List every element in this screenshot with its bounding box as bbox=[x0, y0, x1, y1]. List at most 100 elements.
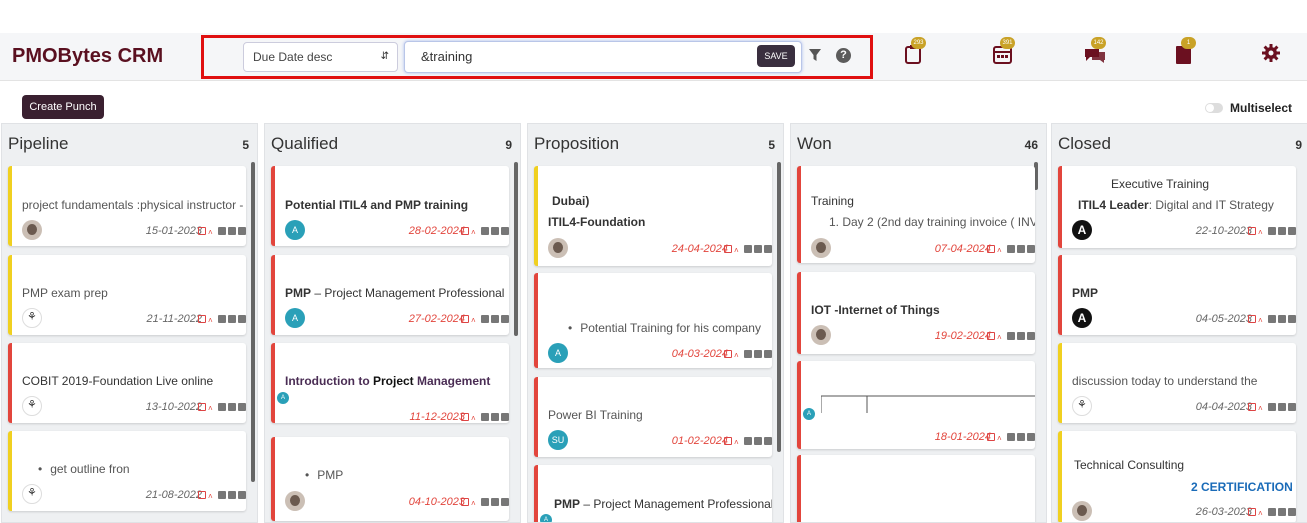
card-title: Potential ITIL4 and PMP training bbox=[285, 198, 469, 212]
card-title: get outline fron bbox=[38, 462, 129, 476]
create-punch-button[interactable]: Create Punch bbox=[22, 95, 104, 119]
deal-card[interactable]: PMP – Project Management Professional A … bbox=[271, 255, 509, 335]
card-date: 21-11-2022 bbox=[146, 313, 202, 325]
card-actions[interactable]: ˄ bbox=[1248, 315, 1296, 325]
filter-icon[interactable] bbox=[808, 48, 822, 62]
deal-card[interactable]: project fundamentals :physical instructo… bbox=[8, 166, 246, 246]
card-actions[interactable]: ˄ bbox=[461, 227, 509, 237]
card-date: 07-04-2024 bbox=[934, 243, 991, 255]
chat-icon[interactable]: 142 bbox=[1083, 37, 1106, 65]
deal-card[interactable]: Potential ITIL4 and PMP training A 28-02… bbox=[271, 166, 509, 246]
card-link[interactable]: 2 CERTIFICATION / bbox=[1191, 480, 1296, 494]
top-bar: PMOBytes CRM Due Date desc ⇵ &training S… bbox=[0, 33, 1307, 81]
avatar bbox=[1072, 396, 1092, 416]
deal-card[interactable]: Executive Training ITIL4 Leader: Digital… bbox=[1058, 166, 1296, 248]
card-actions[interactable]: ˄ bbox=[198, 403, 246, 413]
card-actions[interactable]: ˄ bbox=[724, 437, 772, 447]
deal-card[interactable]: PMP 04-10-2023 ˄ bbox=[271, 437, 509, 521]
card-actions[interactable]: ˄ bbox=[1248, 403, 1296, 413]
card-title: Introduction to Project Management bbox=[285, 374, 490, 388]
column-count: 5 bbox=[768, 138, 775, 152]
card-title: Power BI Training bbox=[548, 408, 643, 422]
avatar: A bbox=[285, 308, 305, 328]
notification-badge: 1 bbox=[1181, 37, 1196, 49]
card-title: Potential Training for his company bbox=[568, 321, 761, 335]
deal-card[interactable] bbox=[797, 455, 1035, 522]
sort-select[interactable]: Due Date desc ⇵ bbox=[243, 42, 398, 72]
column-header: Won 46 bbox=[791, 124, 1046, 162]
card-subtitle: 1. Day 2 (2nd day training invoice ( INV bbox=[829, 215, 1035, 229]
scrollbar[interactable] bbox=[514, 162, 518, 336]
card-date: 18-01-2024 bbox=[934, 431, 991, 443]
multiselect-label: Multiselect bbox=[1230, 101, 1293, 115]
column-header: Proposition 5 bbox=[528, 124, 783, 162]
card-actions[interactable]: ˄ bbox=[987, 245, 1035, 255]
card-date: 13-10-2022 bbox=[145, 401, 202, 413]
card-date: 11-12-2023 bbox=[409, 411, 465, 423]
card-title-strong: Project bbox=[372, 374, 414, 388]
save-button[interactable]: SAVE bbox=[757, 45, 795, 67]
avatar bbox=[22, 484, 42, 504]
card-actions[interactable]: ˄ bbox=[461, 315, 509, 325]
card-title: Training bbox=[811, 194, 854, 208]
card-date: 15-01-2023 bbox=[145, 225, 202, 237]
deal-card[interactable]: PMP – Project Management Professional A bbox=[534, 465, 772, 522]
deal-card[interactable]: get outline fron 21-08-2022 ˄ bbox=[8, 431, 246, 511]
column-count: 9 bbox=[1295, 138, 1302, 152]
scrollbar[interactable] bbox=[251, 162, 255, 482]
deal-card[interactable]: A 18-01-2024 ˄ bbox=[797, 361, 1035, 449]
deal-card[interactable]: Training 1. Day 2 (2nd day training invo… bbox=[797, 166, 1035, 263]
deal-card[interactable]: COBIT 2019-Foundation Live online 13-10-… bbox=[8, 343, 246, 423]
toggle-switch[interactable] bbox=[1205, 103, 1223, 113]
card-title: project fundamentals :physical instructo… bbox=[22, 198, 244, 212]
book-icon[interactable]: 1 bbox=[1173, 37, 1196, 65]
card-subtitle: ITIL4-Foundation bbox=[548, 215, 646, 229]
card-title: IOT -Internet of Things bbox=[811, 303, 940, 317]
card-actions[interactable]: ˄ bbox=[1248, 227, 1296, 237]
avatar bbox=[22, 396, 42, 416]
card-title: Technical Consulting bbox=[1074, 458, 1185, 472]
avatar: A bbox=[285, 220, 305, 240]
card-date: 24-04-2024 bbox=[671, 243, 728, 255]
card-actions[interactable]: ˄ bbox=[198, 227, 246, 237]
card-date: 28-02-2024 bbox=[408, 225, 465, 237]
card-actions[interactable]: ˄ bbox=[724, 350, 772, 360]
gear-icon[interactable] bbox=[1261, 43, 1283, 65]
deal-card[interactable]: discussion today to understand the 04-04… bbox=[1058, 343, 1296, 423]
card-actions[interactable]: ˄ bbox=[198, 491, 246, 501]
deal-card[interactable]: Power BI Training SU 01-02-2024 ˄ bbox=[534, 377, 772, 457]
deal-card[interactable]: IOT -Internet of Things 19-02-2024 ˄ bbox=[797, 272, 1035, 354]
avatar: A bbox=[540, 514, 552, 522]
column-title: Proposition bbox=[534, 134, 620, 153]
column-header: Qualified 9 bbox=[265, 124, 520, 162]
deal-card[interactable]: PMP exam prep 21-11-2022 ˄ bbox=[8, 255, 246, 335]
card-date: 21-08-2022 bbox=[145, 489, 202, 501]
brand-title[interactable]: PMOBytes CRM bbox=[12, 45, 163, 68]
search-input[interactable]: &training bbox=[404, 41, 802, 73]
card-actions[interactable]: ˄ bbox=[461, 498, 509, 508]
clipboard-icon[interactable]: 293 bbox=[903, 37, 926, 65]
card-subtitle: ITIL4 Leader: Digital and IT Strategy bbox=[1078, 198, 1274, 212]
deal-card[interactable]: PMP A 04-05-2023 ˄ bbox=[1058, 255, 1296, 335]
deal-card[interactable]: Technical Consulting 2 CERTIFICATION / 2… bbox=[1058, 431, 1296, 522]
card-actions[interactable]: ˄ bbox=[198, 315, 246, 325]
card-date: 27-02-2024 bbox=[408, 313, 465, 325]
card-actions[interactable]: ˄ bbox=[1248, 508, 1296, 518]
deal-card[interactable]: Introduction to Project Management A 11-… bbox=[271, 343, 509, 423]
card-title-rest: – Project Management Professional bbox=[311, 286, 505, 300]
column-header: Closed 9 bbox=[1052, 124, 1307, 162]
deal-card[interactable]: Dubai) ITIL4-Foundation 24-04-2024 ˄ bbox=[534, 166, 772, 266]
scrollbar[interactable] bbox=[777, 162, 781, 452]
card-actions[interactable]: ˄ bbox=[724, 245, 772, 255]
help-icon[interactable]: ? bbox=[836, 48, 851, 63]
card-actions[interactable]: ˄ bbox=[987, 332, 1035, 342]
deal-card[interactable]: Potential Training for his company A 04-… bbox=[534, 273, 772, 368]
card-title-strong: PMP bbox=[554, 497, 581, 511]
card-date: 04-04-2023 bbox=[1195, 401, 1252, 413]
calendar-icon[interactable]: 391 bbox=[992, 37, 1015, 65]
card-actions[interactable]: ˄ bbox=[987, 433, 1035, 443]
card-actions[interactable]: ˄ bbox=[461, 413, 509, 423]
card-date: 19-02-2024 bbox=[934, 330, 991, 342]
avatar bbox=[548, 238, 568, 258]
card-title: Dubai) bbox=[552, 194, 590, 208]
